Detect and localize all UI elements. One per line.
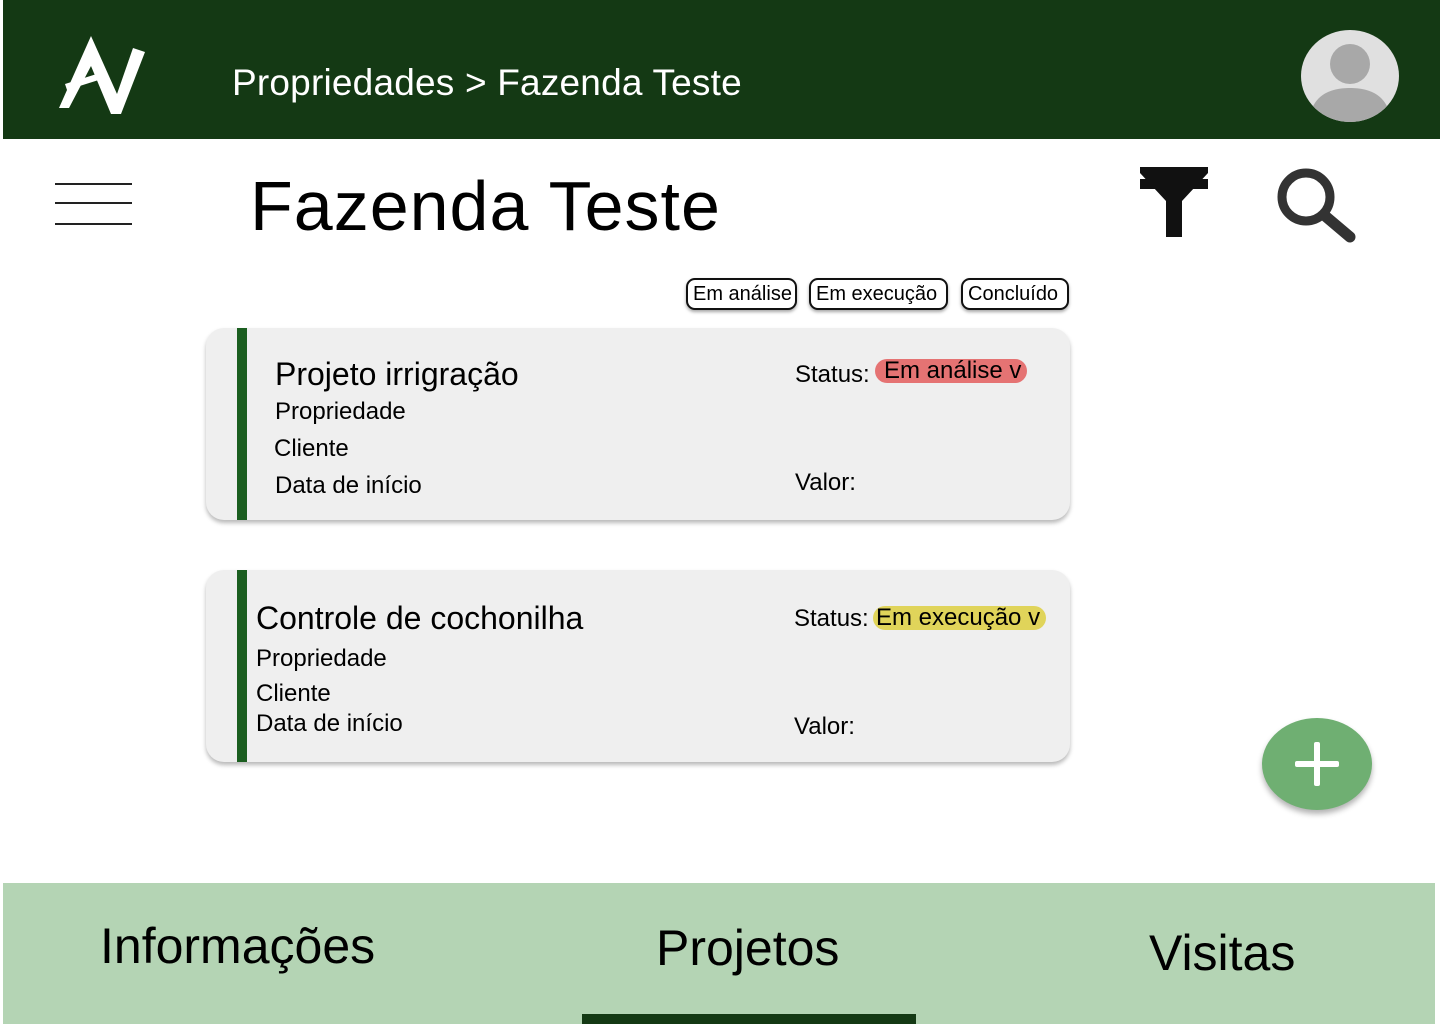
project-title: Controle de cochonilha xyxy=(256,600,584,636)
add-project-button[interactable] xyxy=(1262,718,1372,810)
status-dropdown[interactable]: Em análise v xyxy=(875,359,1028,383)
value-label: Valor: xyxy=(795,469,856,496)
project-card[interactable]: Projeto irrigração Propriedade Cliente D… xyxy=(206,328,1070,520)
page: Propriedades > Fazenda Teste Fazenda Tes… xyxy=(0,0,1440,1024)
filter-icon[interactable] xyxy=(1138,165,1210,239)
top-bar: Propriedades > Fazenda Teste xyxy=(3,0,1440,139)
status-label: Status: xyxy=(794,605,869,632)
search-icon[interactable] xyxy=(1272,165,1358,245)
card-accent-bar xyxy=(237,328,247,520)
property-label: Propriedade xyxy=(275,398,406,425)
user-icon xyxy=(1309,44,1391,122)
property-label: Propriedade xyxy=(256,645,387,672)
start-date-label: Data de início xyxy=(256,710,403,737)
active-tab-indicator xyxy=(582,1014,916,1024)
avatar[interactable] xyxy=(1301,30,1399,122)
logo-icon[interactable] xyxy=(55,32,147,118)
status-dropdown[interactable]: Em execução v xyxy=(873,606,1047,630)
project-card[interactable]: Controle de cochonilha Propriedade Clien… xyxy=(206,570,1070,762)
tab-visitas[interactable]: Visitas xyxy=(1149,924,1295,982)
card-accent-bar xyxy=(237,570,247,762)
menu-icon[interactable] xyxy=(55,180,132,228)
breadcrumb[interactable]: Propriedades > Fazenda Teste xyxy=(232,62,742,104)
project-title: Projeto irrigração xyxy=(275,356,519,392)
client-label: Cliente xyxy=(256,680,331,707)
start-date-label: Data de início xyxy=(275,472,422,499)
client-label: Cliente xyxy=(274,435,349,462)
bottom-nav: Informações Projetos Visitas xyxy=(3,883,1435,1024)
page-title: Fazenda Teste xyxy=(250,167,721,245)
value-label: Valor: xyxy=(794,713,855,740)
chip-em-analise[interactable]: Em análise xyxy=(686,278,797,310)
status-label: Status: xyxy=(795,361,870,388)
chip-em-execucao[interactable]: Em execução xyxy=(809,278,948,310)
tab-projetos[interactable]: Projetos xyxy=(656,919,839,977)
chip-concluido[interactable]: Concluído xyxy=(961,278,1069,310)
tab-informacoes[interactable]: Informações xyxy=(100,917,375,975)
